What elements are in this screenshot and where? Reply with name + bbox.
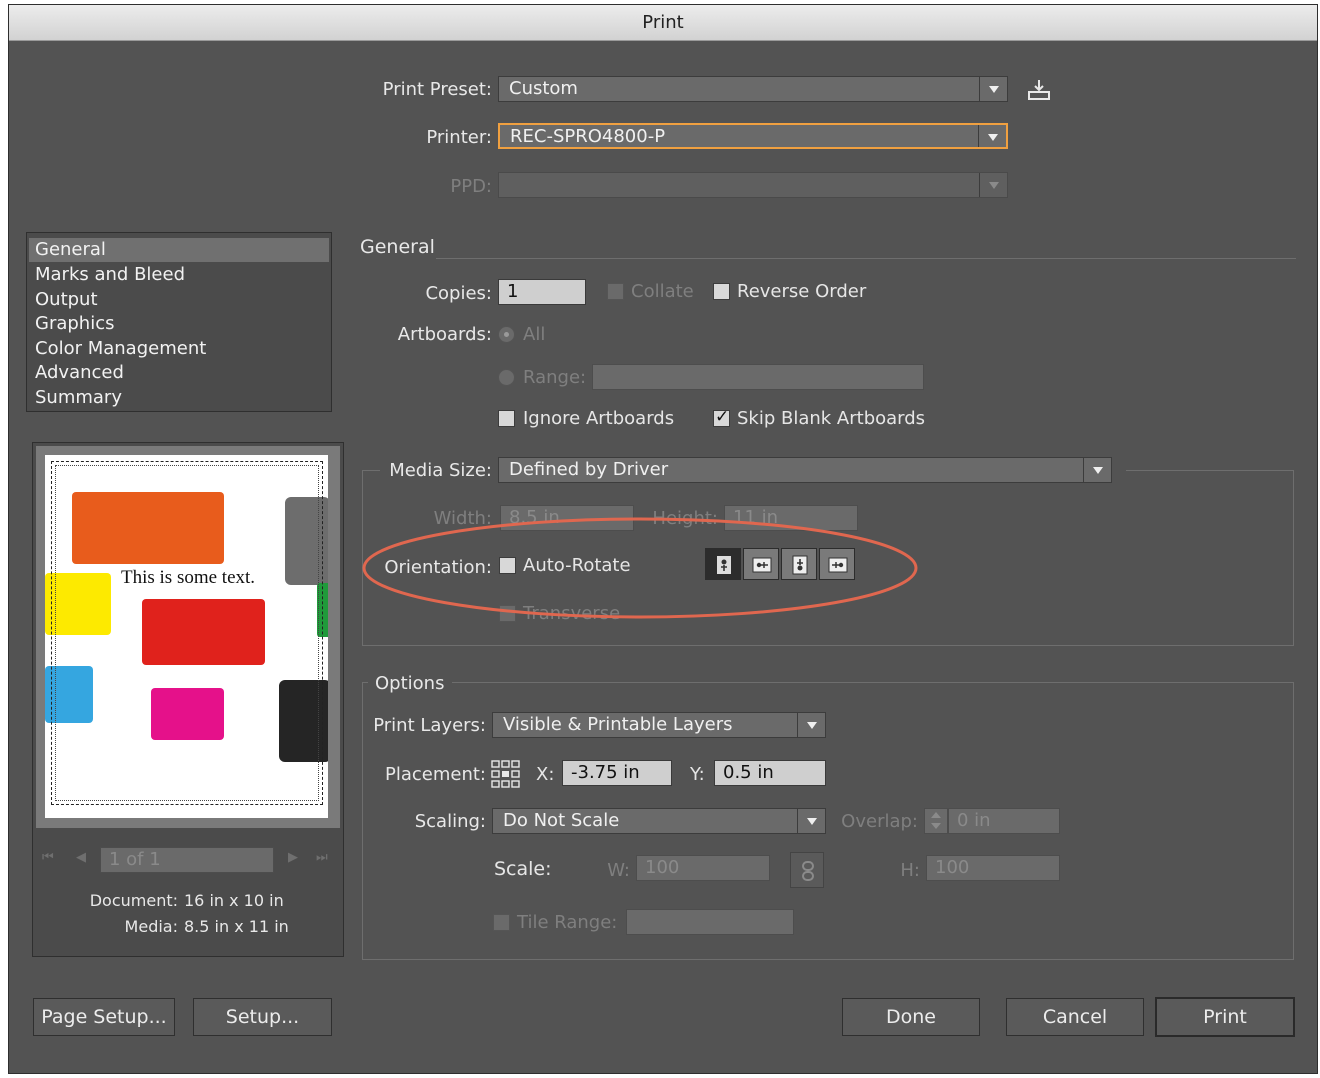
reverse-order-checkbox[interactable] (713, 283, 730, 300)
scaling-dropdown[interactable]: Do Not Scale (492, 808, 826, 834)
sidebar-item-graphics[interactable]: Graphics (29, 312, 329, 336)
copies-label: Copies: (425, 283, 492, 304)
next-page-icon[interactable]: ▶ (288, 850, 298, 865)
category-list: General Marks and Bleed Output Graphics … (26, 232, 332, 412)
x-position-input[interactable]: -3.75 in (562, 760, 672, 786)
placement-reference-point-icon[interactable] (490, 759, 522, 789)
scale-width-input: 100 (636, 855, 770, 881)
tile-range-input (626, 909, 794, 935)
print-button[interactable]: Print (1155, 997, 1295, 1037)
orientation-annotation-ellipse (362, 517, 918, 619)
collate-checkbox (607, 283, 624, 300)
artboards-range-radio (498, 369, 515, 386)
chevron-down-icon (979, 173, 1007, 197)
media-size-value: 8.5 in x 11 in (184, 917, 289, 936)
constrain-proportions-button (790, 852, 824, 888)
first-page-icon[interactable]: ⏮ (42, 850, 54, 865)
done-button[interactable]: Done (842, 998, 980, 1036)
overlap-label: Overlap: (841, 811, 918, 832)
x-label: X: (536, 764, 555, 785)
media-size-label: Media Size: (389, 460, 492, 481)
artboards-all-label: All (523, 324, 546, 345)
printer-dropdown[interactable]: REC-SPRO4800-P (498, 123, 1008, 149)
media-size-dropdown[interactable]: Defined by Driver (498, 457, 1112, 483)
printer-value: REC-SPRO4800-P (510, 126, 666, 147)
print-layers-dropdown[interactable]: Visible & Printable Layers (492, 712, 826, 738)
print-layers-label: Print Layers: (373, 715, 486, 736)
cancel-button[interactable]: Cancel (1006, 998, 1144, 1036)
sidebar-item-general[interactable]: General (29, 238, 329, 262)
window-title: Print (9, 5, 1317, 41)
scaling-value: Do Not Scale (503, 810, 620, 831)
last-page-icon[interactable]: ⏭ (316, 850, 328, 865)
sidebar-item-output[interactable]: Output (29, 288, 329, 312)
ppd-label: PPD: (450, 176, 492, 197)
overlap-input: 0 in (948, 808, 1060, 834)
printer-label: Printer: (426, 127, 492, 148)
page-indicator-field[interactable]: 1 of 1 (100, 847, 274, 873)
chevron-down-icon (979, 77, 1007, 101)
general-divider (436, 258, 1296, 259)
sidebar-item-advanced[interactable]: Advanced (29, 361, 329, 385)
copies-input[interactable]: 1 (498, 279, 586, 305)
print-preset-value: Custom (509, 78, 578, 99)
artboards-range-label: Range: (523, 367, 587, 388)
print-layers-value: Visible & Printable Layers (503, 714, 733, 735)
scale-h-label: H: (900, 860, 920, 881)
collate-label: Collate (631, 281, 694, 302)
options-section-title: Options (375, 673, 445, 694)
scale-w-label: W: (607, 860, 630, 881)
chevron-down-icon (797, 809, 825, 833)
sidebar-item-color-management[interactable]: Color Management (29, 337, 329, 361)
print-preset-label: Print Preset: (382, 79, 492, 100)
setup-button[interactable]: Setup... (193, 998, 332, 1036)
print-preset-dropdown[interactable]: Custom (498, 76, 1008, 102)
save-preset-icon[interactable] (1026, 78, 1052, 102)
document-size-label: Document: (89, 891, 178, 910)
ppd-dropdown (498, 172, 1008, 198)
ignore-artboards-checkbox[interactable] (498, 410, 515, 427)
media-size-value: Defined by Driver (509, 459, 669, 480)
placement-label: Placement: (385, 764, 486, 785)
overlap-stepper (924, 808, 948, 834)
scale-label: Scale: (494, 858, 552, 880)
tile-range-checkbox (493, 914, 510, 931)
link-icon (802, 861, 814, 881)
artboards-all-radio (498, 326, 515, 343)
skip-blank-artboards-label: Skip Blank Artboards (737, 408, 926, 429)
y-position-input[interactable]: 0.5 in (714, 760, 826, 786)
range-input (592, 364, 924, 390)
ignore-artboards-label: Ignore Artboards (523, 408, 675, 429)
sidebar-item-marks-and-bleed[interactable]: Marks and Bleed (29, 263, 329, 287)
reverse-order-label: Reverse Order (737, 281, 867, 302)
document-size-value: 16 in x 10 in (184, 891, 284, 910)
page-setup-button[interactable]: Page Setup... (33, 998, 175, 1036)
artboards-label: Artboards: (397, 324, 492, 345)
general-section-title: General (360, 236, 435, 258)
previous-page-icon[interactable]: ◀ (76, 850, 86, 865)
chevron-down-icon (1083, 458, 1111, 482)
skip-blank-artboards-checkbox[interactable] (713, 407, 730, 427)
bleed-outline (55, 465, 319, 801)
sidebar-item-summary[interactable]: Summary (29, 386, 329, 410)
scale-height-input: 100 (926, 855, 1060, 881)
scaling-label: Scaling: (414, 811, 486, 832)
y-label: Y: (690, 764, 705, 785)
chevron-down-icon (978, 125, 1006, 147)
tile-range-label: Tile Range: (517, 912, 618, 933)
preview-page[interactable]: This is some text. (45, 455, 328, 818)
chevron-down-icon (797, 713, 825, 737)
media-size-label: Media: (124, 917, 178, 936)
